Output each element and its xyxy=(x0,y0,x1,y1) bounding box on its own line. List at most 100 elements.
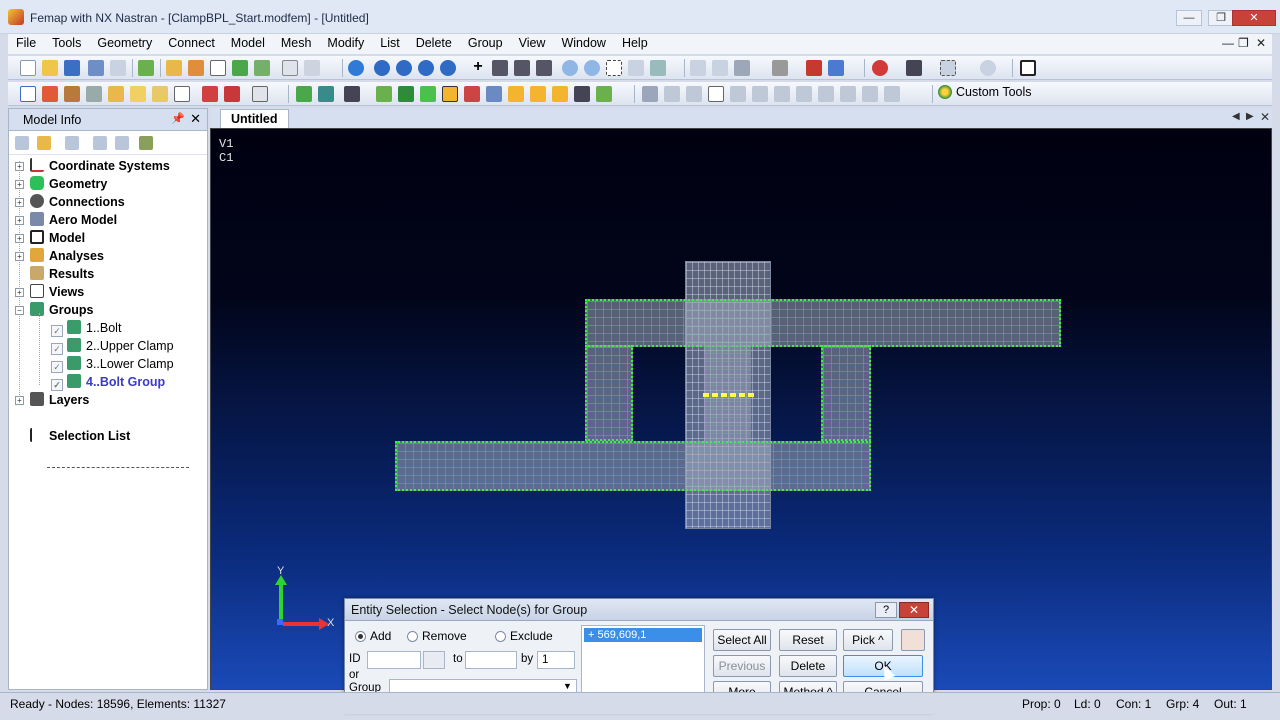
menu-help[interactable]: Help xyxy=(614,34,656,52)
mesh-solid-icon[interactable] xyxy=(464,86,480,102)
mesh-check-icon[interactable] xyxy=(530,86,546,102)
mesh-shell-icon[interactable] xyxy=(486,86,502,102)
view-select-icon[interactable] xyxy=(348,60,364,76)
mesh-control-icon[interactable] xyxy=(318,86,334,102)
render-icon[interactable] xyxy=(712,60,728,76)
group-visibility-checkbox[interactable]: ✓ xyxy=(51,361,63,373)
dialog-close-button[interactable]: ✕ xyxy=(899,602,929,618)
table-grid-icon[interactable] xyxy=(708,86,724,102)
select-all-button[interactable]: Select All xyxy=(713,629,771,651)
solid-icon[interactable] xyxy=(42,86,58,102)
tree-item-results[interactable]: Results xyxy=(30,265,94,283)
radio-add[interactable]: Add xyxy=(355,629,391,643)
entity-list-icon[interactable] xyxy=(20,86,36,102)
previous-button[interactable]: Previous xyxy=(713,655,771,677)
post-data-icon[interactable] xyxy=(806,60,822,76)
close-window-button[interactable]: ✕ xyxy=(1232,10,1276,26)
menu-list[interactable]: List xyxy=(372,34,407,52)
zoom-out-icon[interactable] xyxy=(584,60,600,76)
mesh-surface-icon[interactable] xyxy=(420,86,436,102)
align-left-icon[interactable] xyxy=(642,86,658,102)
id-pick-button[interactable] xyxy=(423,651,445,669)
group-visibility-checkbox[interactable]: ✓ xyxy=(51,379,63,391)
window-frame-icon[interactable] xyxy=(1020,60,1036,76)
tree-item-group-3[interactable]: ✓ 3..Lower Clamp xyxy=(51,355,174,373)
chevron-down-icon[interactable]: ▼ xyxy=(563,681,572,691)
redo-icon[interactable] xyxy=(110,60,126,76)
tree-item-geometry[interactable]: + Geometry xyxy=(15,175,107,193)
text-icon[interactable] xyxy=(442,86,458,102)
table-icon[interactable] xyxy=(174,86,190,102)
workplane-icon[interactable] xyxy=(980,60,996,76)
menu-mesh[interactable]: Mesh xyxy=(273,34,320,52)
grid-icon[interactable] xyxy=(210,60,226,76)
property-icon[interactable] xyxy=(152,86,168,102)
delete-button[interactable]: Delete xyxy=(779,655,837,677)
mesh-size-icon[interactable] xyxy=(344,86,360,102)
autoscale-icon[interactable] xyxy=(628,60,644,76)
new-file-icon[interactable] xyxy=(20,60,36,76)
group-visibility-checkbox[interactable]: ✓ xyxy=(51,325,63,337)
tree-item-coordinate-systems[interactable]: + Coordinate Systems xyxy=(15,157,170,175)
post-style-icon[interactable] xyxy=(772,60,788,76)
lower-clamp-mesh[interactable] xyxy=(395,441,871,491)
menu-window[interactable]: Window xyxy=(553,34,613,52)
upper-clamp-right-leg-mesh[interactable] xyxy=(821,345,871,441)
radio-exclude[interactable]: Exclude xyxy=(495,629,553,643)
layer-icon[interactable] xyxy=(254,60,270,76)
tree-item-group-2[interactable]: ✓ 2..Upper Clamp xyxy=(51,337,174,355)
close-panel-icon[interactable]: ✕ xyxy=(190,111,201,127)
edit-icon[interactable] xyxy=(252,86,268,102)
selection-list-entry[interactable]: + 569,609,1 xyxy=(584,628,702,642)
select-box-icon[interactable] xyxy=(940,60,956,76)
open-folder-icon[interactable] xyxy=(42,60,58,76)
tab-untitled[interactable]: Untitled xyxy=(220,109,289,128)
view-y-icon[interactable] xyxy=(514,60,530,76)
zoom-in-icon[interactable] xyxy=(562,60,578,76)
align-center-icon[interactable] xyxy=(664,86,680,102)
pick-arrow-icon[interactable] xyxy=(906,60,922,76)
mdi-close-button[interactable]: ✕ xyxy=(1256,36,1266,50)
pan-icon[interactable]: + xyxy=(470,59,486,76)
post-toolbar-icon[interactable] xyxy=(828,60,844,76)
zoom-window-icon[interactable] xyxy=(606,60,622,76)
box-view-icon[interactable] xyxy=(734,60,750,76)
load-icon[interactable] xyxy=(202,86,218,102)
tree-item-views[interactable]: + Views xyxy=(15,283,84,301)
align-right-icon[interactable] xyxy=(686,86,702,102)
tab-scroll-right-icon[interactable]: ▶ xyxy=(1246,111,1254,122)
rotate-up-icon[interactable] xyxy=(418,60,434,76)
surface-icon[interactable] xyxy=(64,86,80,102)
tree-item-group-4-active[interactable]: ✓ 4..Bolt Group xyxy=(51,373,165,391)
restore-button[interactable]: ❐ xyxy=(1208,10,1234,26)
mesh-refine-icon[interactable] xyxy=(552,86,568,102)
view-z-icon[interactable] xyxy=(536,60,552,76)
custom-tools-menu[interactable]: Custom Tools xyxy=(938,85,1032,99)
mesh-point-icon[interactable] xyxy=(376,86,392,102)
menu-connect[interactable]: Connect xyxy=(160,34,223,52)
select-entity-icon[interactable] xyxy=(872,60,888,76)
tree-filter-icon[interactable] xyxy=(65,136,79,150)
rebuild-icon[interactable] xyxy=(138,60,154,76)
rotate-right-icon[interactable] xyxy=(396,60,412,76)
rotate-left-icon[interactable] xyxy=(374,60,390,76)
menu-group[interactable]: Group xyxy=(460,34,511,52)
view-style-icon[interactable] xyxy=(690,60,706,76)
tree-item-layers[interactable]: + Layers xyxy=(15,391,89,409)
tree-item-groups[interactable]: − Groups xyxy=(15,301,93,319)
help-button[interactable]: ? xyxy=(875,602,897,618)
material-icon[interactable] xyxy=(130,86,146,102)
connect-group-icon[interactable] xyxy=(840,86,856,102)
menu-delete[interactable]: Delete xyxy=(408,34,460,52)
group-visibility-checkbox[interactable]: ✓ xyxy=(51,343,63,355)
group-icon[interactable] xyxy=(232,60,248,76)
mdi-minimize-button[interactable]: — xyxy=(1222,36,1234,50)
brace-icon[interactable] xyxy=(774,86,790,102)
id-from-field[interactable] xyxy=(367,651,421,669)
tree-prev-icon[interactable] xyxy=(93,136,107,150)
tree-item-connections[interactable]: + Connections xyxy=(15,193,125,211)
tree-item-group-1[interactable]: ✓ 1..Bolt xyxy=(51,319,121,337)
pick-button[interactable]: Pick ^ xyxy=(843,629,893,651)
view-x-icon[interactable] xyxy=(492,60,508,76)
menu-modify[interactable]: Modify xyxy=(319,34,372,52)
